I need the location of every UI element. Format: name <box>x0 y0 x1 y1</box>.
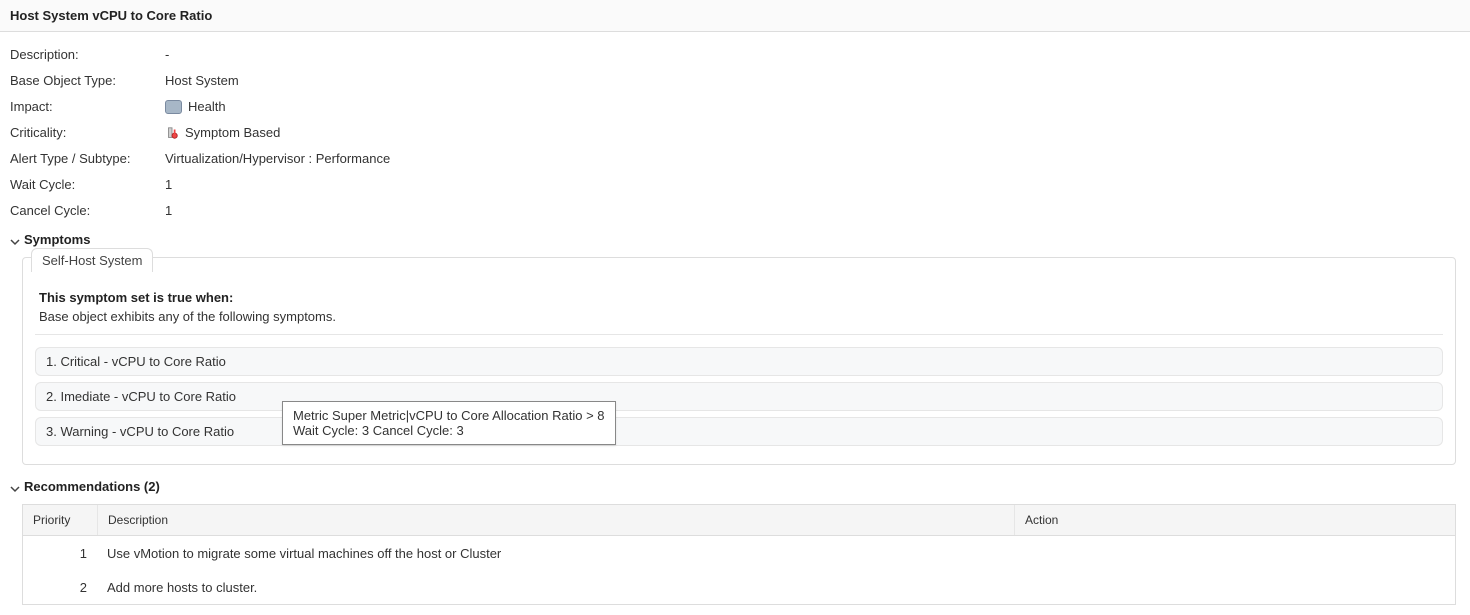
def-description: Description: - <box>10 42 1460 68</box>
cell-priority: 1 <box>23 538 97 569</box>
recommendations-section-toggle[interactable]: Recommendations (2) <box>0 475 1470 498</box>
def-label: Criticality: <box>10 124 165 142</box>
symptom-intro-heading: This symptom set is true when: <box>39 290 1439 305</box>
cell-priority: 2 <box>23 572 97 603</box>
cell-action <box>1015 545 1455 561</box>
table-row: 1 Use vMotion to migrate some virtual ma… <box>23 536 1455 570</box>
cell-description: Add more hosts to cluster. <box>97 572 1015 603</box>
symptom-label: 1. Critical - vCPU to Core Ratio <box>46 354 226 369</box>
def-value: 1 <box>165 176 172 194</box>
symptom-tab-label: Self-Host System <box>42 253 142 268</box>
cell-action <box>1015 579 1455 595</box>
symptom-tab-self-host-system[interactable]: Self-Host System <box>31 248 153 272</box>
recommendations-table: Priority Description Action 1 Use vMotio… <box>22 504 1456 605</box>
chevron-down-icon <box>10 235 20 245</box>
health-icon <box>165 100 182 114</box>
symptom-label: 3. Warning - vCPU to Core Ratio <box>46 424 234 439</box>
definition-list: Description: - Base Object Type: Host Sy… <box>0 32 1470 228</box>
def-base-object-type: Base Object Type: Host System <box>10 68 1460 94</box>
symptoms-section-title: Symptoms <box>24 232 90 247</box>
chevron-down-icon <box>10 482 20 492</box>
def-alert-type: Alert Type / Subtype: Virtualization/Hyp… <box>10 146 1460 172</box>
def-value: 1 <box>165 202 172 220</box>
def-value: Health <box>165 98 226 116</box>
tooltip-line2: Wait Cycle: 3 Cancel Cycle: 3 <box>293 423 605 438</box>
def-value: Virtualization/Hypervisor : Performance <box>165 150 390 168</box>
symptom-row-warning[interactable]: 3. Warning - vCPU to Core Ratio <box>35 417 1443 446</box>
col-header-priority[interactable]: Priority <box>23 505 98 535</box>
def-value: Symptom Based <box>165 124 280 142</box>
def-label: Alert Type / Subtype: <box>10 150 165 168</box>
def-cancel-cycle: Cancel Cycle: 1 <box>10 198 1460 224</box>
def-value: - <box>165 46 169 64</box>
def-wait-cycle: Wait Cycle: 1 <box>10 172 1460 198</box>
symptoms-section-toggle[interactable]: Symptoms <box>0 228 1470 251</box>
page-title: Host System vCPU to Core Ratio <box>0 0 1470 32</box>
symptom-label: 2. Imediate - vCPU to Core Ratio <box>46 389 236 404</box>
impact-value-text: Health <box>188 98 226 116</box>
page-title-text: Host System vCPU to Core Ratio <box>10 8 212 23</box>
criticality-value-text: Symptom Based <box>185 124 280 142</box>
def-value: Host System <box>165 72 239 90</box>
symptom-tooltip: Metric Super Metric|vCPU to Core Allocat… <box>282 401 616 445</box>
symptom-row-immediate[interactable]: 2. Imediate - vCPU to Core Ratio <box>35 382 1443 411</box>
criticality-icon <box>165 125 179 141</box>
symptom-row-critical[interactable]: 1. Critical - vCPU to Core Ratio <box>35 347 1443 376</box>
def-label: Impact: <box>10 98 165 116</box>
recommendations-section-title: Recommendations (2) <box>24 479 160 494</box>
col-header-action[interactable]: Action <box>1015 505 1455 535</box>
def-label: Cancel Cycle: <box>10 202 165 220</box>
symptoms-panel: Self-Host System This symptom set is tru… <box>22 257 1456 465</box>
symptom-intro: This symptom set is true when: Base obje… <box>35 286 1443 335</box>
recommendations-header-row: Priority Description Action <box>23 505 1455 536</box>
col-header-description[interactable]: Description <box>98 505 1015 535</box>
def-label: Description: <box>10 46 165 64</box>
def-criticality: Criticality: Symptom Based <box>10 120 1460 146</box>
symptom-intro-text: Base object exhibits any of the followin… <box>39 309 1439 324</box>
def-label: Wait Cycle: <box>10 176 165 194</box>
cell-description: Use vMotion to migrate some virtual mach… <box>97 538 1015 569</box>
def-label: Base Object Type: <box>10 72 165 90</box>
tooltip-line1: Metric Super Metric|vCPU to Core Allocat… <box>293 408 605 423</box>
table-row: 2 Add more hosts to cluster. <box>23 570 1455 604</box>
def-impact: Impact: Health <box>10 94 1460 120</box>
